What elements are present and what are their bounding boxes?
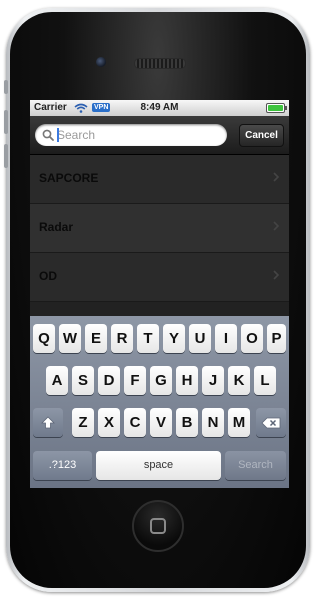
numbers-key[interactable]: .?123 xyxy=(33,451,92,480)
key-j[interactable]: J xyxy=(202,366,224,395)
mute-switch xyxy=(4,80,8,94)
screen: Carrier VPN 8:49 AM Cancel SAPCORE xyxy=(30,100,289,488)
text-cursor xyxy=(57,128,59,142)
key-z[interactable]: Z xyxy=(72,408,94,437)
key-q[interactable]: Q xyxy=(33,324,55,353)
list-item[interactable]: OD xyxy=(30,253,289,302)
key-k[interactable]: K xyxy=(228,366,250,395)
search-key[interactable]: Search xyxy=(225,451,286,480)
key-x[interactable]: X xyxy=(98,408,120,437)
key-y[interactable]: Y xyxy=(163,324,185,353)
key-e[interactable]: E xyxy=(85,324,107,353)
key-t[interactable]: T xyxy=(137,324,159,353)
chevron-right-icon xyxy=(273,172,279,182)
cancel-button[interactable]: Cancel xyxy=(239,124,284,147)
key-d[interactable]: D xyxy=(98,366,120,395)
key-v[interactable]: V xyxy=(150,408,172,437)
key-o[interactable]: O xyxy=(241,324,263,353)
key-w[interactable]: W xyxy=(59,324,81,353)
front-camera xyxy=(96,57,106,67)
volume-up-button xyxy=(4,110,8,134)
keyboard: Q W E R T Y U I O P A S D F G H J K L Z … xyxy=(30,316,289,488)
battery-fill xyxy=(268,105,283,111)
key-f[interactable]: F xyxy=(124,366,146,395)
key-c[interactable]: C xyxy=(124,408,146,437)
list-item-label: Radar xyxy=(39,220,74,234)
status-time: 8:49 AM xyxy=(140,102,179,113)
volume-down-button xyxy=(4,144,8,168)
results-list: SAPCORE Radar OD xyxy=(30,155,289,302)
key-s[interactable]: S xyxy=(72,366,94,395)
space-key[interactable]: space xyxy=(96,451,221,480)
key-h[interactable]: H xyxy=(176,366,198,395)
key-r[interactable]: R xyxy=(111,324,133,353)
battery-icon xyxy=(266,103,287,113)
key-b[interactable]: B xyxy=(176,408,198,437)
shift-arrow-icon xyxy=(41,415,55,428)
chevron-right-icon xyxy=(273,270,279,280)
key-n[interactable]: N xyxy=(202,408,224,437)
shift-key[interactable] xyxy=(33,408,63,437)
search-bar: Cancel xyxy=(30,116,289,155)
battery-tip xyxy=(285,106,287,110)
key-g[interactable]: G xyxy=(150,366,172,395)
earpiece-speaker xyxy=(134,58,186,69)
chevron-right-icon xyxy=(273,221,279,231)
key-p[interactable]: P xyxy=(267,324,286,353)
backspace-key[interactable] xyxy=(256,408,286,437)
list-item-label: OD xyxy=(39,269,57,283)
list-item[interactable]: SAPCORE xyxy=(30,155,289,204)
home-button[interactable] xyxy=(132,500,184,552)
status-bar: Carrier VPN 8:49 AM xyxy=(30,100,289,116)
key-l[interactable]: L xyxy=(254,366,276,395)
list-item-label: SAPCORE xyxy=(39,171,99,185)
search-field[interactable] xyxy=(35,124,227,146)
list-item[interactable]: Radar xyxy=(30,204,289,253)
home-square-icon xyxy=(150,518,166,534)
search-icon xyxy=(42,129,54,141)
key-i[interactable]: I xyxy=(215,324,237,353)
key-u[interactable]: U xyxy=(189,324,211,353)
search-input[interactable] xyxy=(57,126,217,144)
backspace-icon xyxy=(261,417,281,428)
key-a[interactable]: A xyxy=(46,366,68,395)
key-m[interactable]: M xyxy=(228,408,250,437)
